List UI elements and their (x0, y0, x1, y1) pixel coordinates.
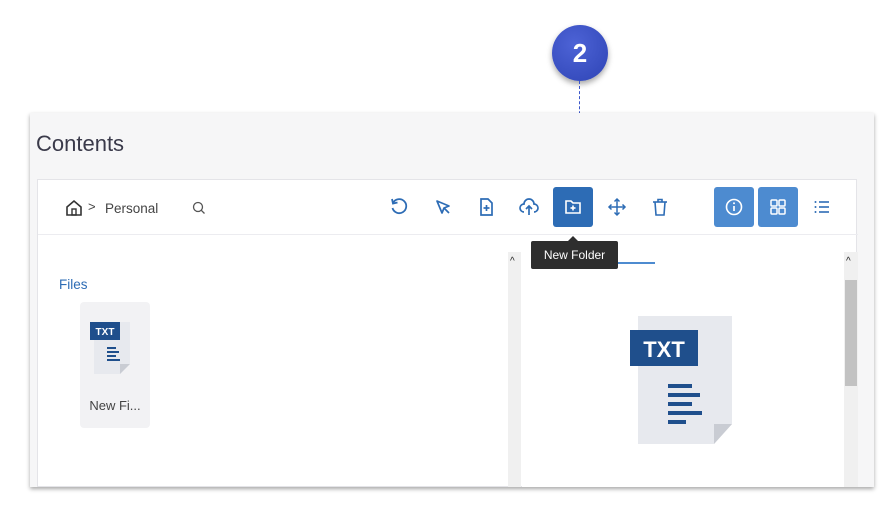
left-scrollbar[interactable]: ^ (508, 252, 521, 487)
home-icon[interactable] (65, 199, 83, 217)
new-folder-tooltip: New Folder (531, 236, 618, 269)
file-badge: TXT (96, 327, 115, 338)
preview-badge: TXT (643, 337, 685, 362)
txt-preview-icon: TXT (630, 316, 732, 444)
info-icon (725, 198, 743, 216)
breadcrumb-separator: > (88, 199, 96, 214)
step-number: 2 (572, 37, 588, 68)
refresh-icon (391, 198, 408, 215)
select-button[interactable] (423, 187, 463, 227)
file-name: New Fi... (89, 398, 141, 413)
scrollbar-thumb[interactable] (845, 280, 857, 386)
grid-view-button[interactable] (758, 187, 798, 227)
scroll-up-icon[interactable]: ^ (846, 256, 851, 267)
preview-pane: TXT (522, 236, 844, 487)
file-item[interactable]: TXT New Fi... (80, 302, 150, 428)
move-icon (607, 197, 627, 217)
select-icon (436, 200, 450, 214)
loading-indicator (618, 262, 655, 264)
new-file-icon (480, 198, 493, 216)
screenshot: 2 Contents > Personal Files TXT New Fi..… (0, 0, 896, 506)
new-folder-button[interactable] (553, 187, 593, 227)
page-title: Contents (36, 131, 125, 156)
new-file-button[interactable] (466, 187, 506, 227)
grid-view-icon (770, 199, 786, 215)
file-manager-panel: > Personal Files TXT New Fi... ^ TXT ^ N… (37, 179, 858, 487)
scroll-up-icon[interactable]: ^ (510, 256, 515, 267)
list-view-button[interactable] (802, 187, 842, 227)
upload-button[interactable] (509, 187, 549, 227)
files-section-label: Files (59, 277, 88, 292)
breadcrumb-current[interactable]: Personal (105, 201, 158, 216)
refresh-button[interactable] (379, 187, 419, 227)
step-callout-badge: 2 (552, 25, 608, 81)
delete-icon (653, 198, 667, 216)
right-scrollbar[interactable]: ^ (844, 252, 858, 487)
delete-button[interactable] (640, 187, 680, 227)
txt-file-icon: TXT (90, 322, 130, 374)
toolbar: > Personal (38, 180, 858, 235)
contents-window: Contents > Personal Files TXT New Fi... … (30, 113, 874, 487)
search-icon[interactable] (191, 200, 207, 216)
info-toggle-button[interactable] (714, 187, 754, 227)
list-view-icon (814, 201, 829, 213)
upload-icon (519, 198, 539, 215)
move-button[interactable] (597, 187, 637, 227)
new-folder-icon (565, 200, 581, 214)
